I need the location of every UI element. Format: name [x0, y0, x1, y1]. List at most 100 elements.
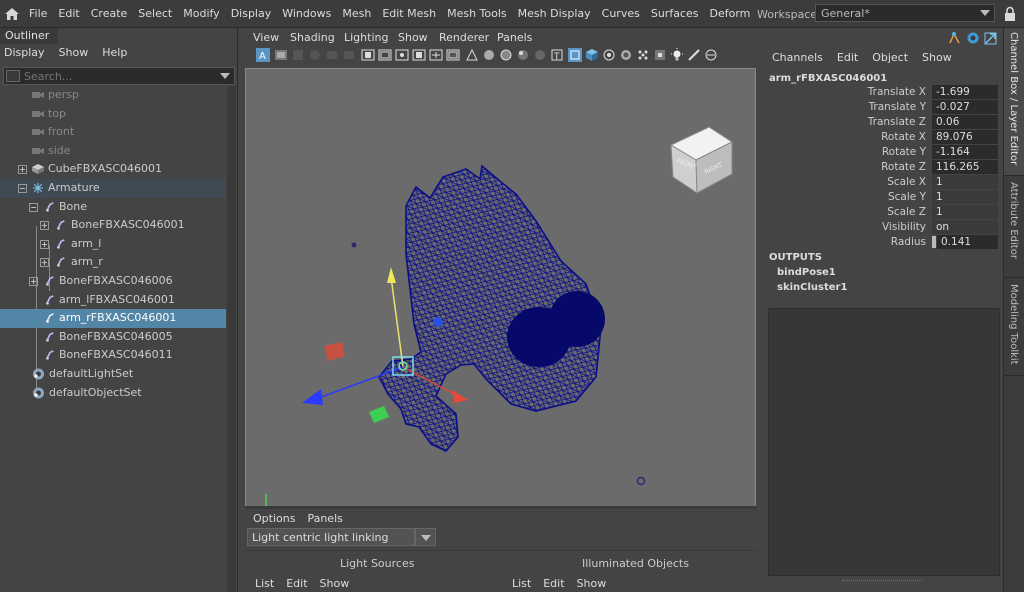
outliner-item-bone-011[interactable]: BoneFBXASC046011 [0, 346, 226, 365]
menu-edit-mesh[interactable]: Edit Mesh [382, 7, 441, 20]
outliner-item-top[interactable]: top [0, 105, 226, 124]
menu-mesh-tools[interactable]: Mesh Tools [447, 7, 512, 20]
xray-icon[interactable] [585, 48, 599, 62]
lock-icon[interactable] [1003, 6, 1017, 22]
attribute-value-field[interactable]: -1.699 [932, 85, 998, 99]
ambient-occlusion-icon[interactable] [636, 48, 650, 62]
outliner-item-default-object-set[interactable]: defaultObjectSet [0, 384, 226, 403]
channel-menu-edit[interactable]: Edit [837, 51, 858, 64]
smooth-shade-icon[interactable] [482, 48, 496, 62]
bookmark-icon[interactable] [291, 48, 305, 62]
two-d-pan-icon[interactable] [325, 48, 339, 62]
channel-menu-channels[interactable]: Channels [772, 51, 823, 64]
tab-attribute-editor[interactable]: Attribute Editor [1004, 178, 1024, 278]
right-menu-list[interactable]: List [512, 577, 531, 590]
outliner-item-arm-l[interactable]: arm_l [0, 235, 226, 254]
panel-divider[interactable] [245, 506, 757, 509]
attribute-value-field[interactable]: 116.265 [932, 160, 998, 174]
dropdown-arrow-icon[interactable] [415, 528, 436, 546]
refresh-icon[interactable] [967, 32, 979, 44]
menu-deform[interactable]: Deform [709, 7, 755, 20]
outliner-item-default-light-set[interactable]: defaultLightSet [0, 365, 226, 384]
viewport-menu-panels[interactable]: Panels [497, 31, 532, 44]
attribute-row[interactable]: Visibility on [762, 220, 1002, 235]
menu-display[interactable]: Display [231, 7, 277, 20]
attribute-value-field[interactable]: -0.027 [932, 100, 998, 114]
menu-curves[interactable]: Curves [602, 7, 645, 20]
outliner-item-cube[interactable]: CubeFBXASC046001 [0, 160, 226, 179]
grid-toggle-icon[interactable] [361, 48, 375, 62]
menu-create[interactable]: Create [91, 7, 133, 20]
anti-aliasing-icon[interactable] [687, 48, 701, 62]
viewport-3d[interactable]: FRONT RIGHT persp [245, 68, 756, 531]
resolution-gate-icon[interactable] [395, 48, 409, 62]
menu-file[interactable]: File [29, 7, 52, 20]
wireframe-on-shaded-icon[interactable] [499, 48, 513, 62]
outliner-item-arm-r-001[interactable]: arm_rFBXASC046001 [0, 309, 226, 328]
image-plane-icon[interactable] [308, 48, 322, 62]
layer-editor-area[interactable] [768, 308, 1000, 576]
isolate-select-icon[interactable] [568, 48, 582, 62]
expand-toggle-icon[interactable] [40, 239, 49, 249]
menu-mesh[interactable]: Mesh [342, 7, 376, 20]
film-gate-icon[interactable] [378, 48, 392, 62]
attribute-value-field[interactable]: 1 [932, 205, 998, 219]
radius-slider-handle[interactable] [932, 236, 936, 248]
shadows-icon[interactable]: T [550, 48, 564, 62]
attribute-row[interactable]: Scale Y 1 [762, 190, 1002, 205]
outliner-scrollbar[interactable] [227, 86, 236, 592]
rel-menu-options[interactable]: Options [253, 512, 295, 525]
fish-mesh[interactable] [378, 164, 605, 452]
attribute-value-field[interactable]: on [932, 220, 998, 234]
backface-icon[interactable] [619, 48, 633, 62]
expand-toggle-icon[interactable] [40, 258, 49, 268]
rel-menu-panels[interactable]: Panels [307, 512, 342, 525]
linking-mode-select[interactable]: Light centric light linking [247, 528, 436, 546]
outliner-search-input[interactable] [24, 69, 214, 83]
xray-joints-icon[interactable] [602, 48, 616, 62]
menu-select[interactable]: Select [138, 7, 177, 20]
expand-toggle-icon[interactable] [40, 221, 49, 231]
viewcube[interactable]: FRONT RIGHT [669, 126, 734, 194]
search-dropdown-icon[interactable] [220, 73, 230, 79]
expand-toggle-icon[interactable] [18, 165, 27, 175]
attribute-row[interactable]: Scale X 1 [762, 175, 1002, 190]
workspace-select[interactable]: General* [815, 4, 995, 22]
attribute-row[interactable]: Radius 0.141 [762, 235, 1002, 250]
textured-icon[interactable] [516, 48, 530, 62]
filter-icon[interactable] [6, 70, 20, 82]
viewport-menu-shading[interactable]: Shading [290, 31, 335, 44]
tab-channel-box-layer-editor[interactable]: Channel Box / Layer Editor [1004, 28, 1024, 176]
left-menu-edit[interactable]: Edit [286, 577, 307, 590]
outliner-item-bone-001[interactable]: BoneFBXASC046001 [0, 216, 226, 235]
attribute-row[interactable]: Translate Y -0.027 [762, 100, 1002, 115]
outliner-item-bone[interactable]: Bone [0, 198, 226, 217]
expand-arrow-icon[interactable] [984, 32, 997, 45]
tab-modeling-toolkit[interactable]: Modeling Toolkit [1004, 280, 1024, 376]
outliner-menu-display[interactable]: Display [4, 46, 45, 59]
left-menu-show[interactable]: Show [320, 577, 350, 590]
attribute-row[interactable]: Rotate Z 116.265 [762, 160, 1002, 175]
viewport-menu-show[interactable]: Show [398, 31, 428, 44]
attribute-value-field[interactable]: 89.076 [932, 130, 998, 144]
attribute-row[interactable]: Translate X -1.699 [762, 85, 1002, 100]
viewport-menu-view[interactable]: View [253, 31, 279, 44]
channel-menu-object[interactable]: Object [872, 51, 908, 64]
resize-grip[interactable] [842, 580, 922, 583]
attribute-value-field[interactable]: 0.06 [932, 115, 998, 129]
menu-edit[interactable]: Edit [58, 7, 84, 20]
menu-modify[interactable]: Modify [183, 7, 224, 20]
camera-attributes-icon[interactable] [274, 48, 288, 62]
safe-action-icon[interactable] [446, 48, 460, 62]
lights-icon[interactable] [533, 48, 547, 62]
outliner-item-arm-r[interactable]: arm_r [0, 253, 226, 272]
attribute-row[interactable]: Scale Z 1 [762, 205, 1002, 220]
outliner-item-arm-l-001[interactable]: arm_lFBXASC046001 [0, 291, 226, 310]
depth-of-field-icon[interactable] [704, 48, 718, 62]
joint-tool-icon[interactable] [949, 32, 960, 44]
field-chart-icon[interactable] [429, 48, 443, 62]
attribute-value-field[interactable]: 1 [932, 175, 998, 189]
output-node[interactable]: skinCluster1 [777, 282, 847, 293]
attribute-row[interactable]: Rotate X 89.076 [762, 130, 1002, 145]
expand-toggle-icon[interactable] [29, 276, 38, 286]
